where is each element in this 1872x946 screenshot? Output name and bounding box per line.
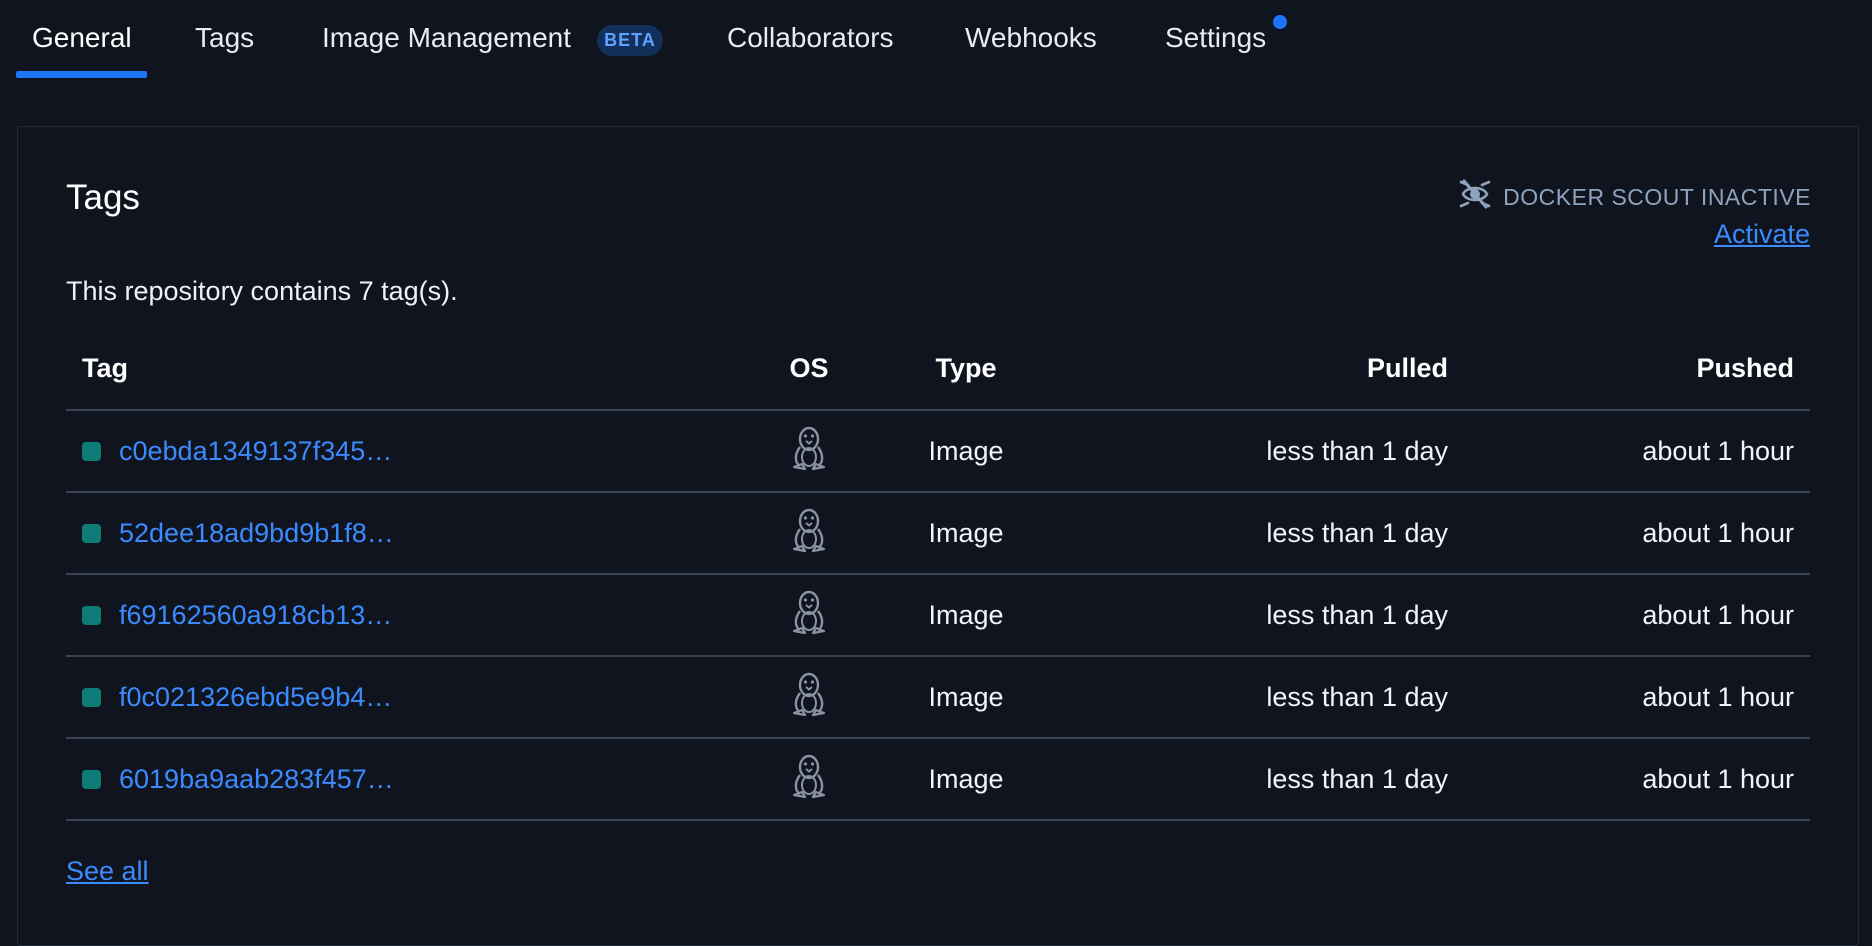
tag-status-indicator xyxy=(82,441,101,461)
tag-cell: 6019ba9aab283f457… xyxy=(66,738,738,821)
pushed-cell: about 1 hour xyxy=(1464,574,1810,657)
tag-cell: c0ebda1349137f345… xyxy=(66,410,738,493)
tab-image-management[interactable]: Image Management xyxy=(322,22,571,54)
tag-link[interactable]: f69162560a918cb13… xyxy=(119,600,392,631)
tags-card-title: Tags xyxy=(66,178,140,217)
tab-tags[interactable]: Tags xyxy=(195,22,254,54)
os-cell xyxy=(738,656,880,739)
table-row: f0c021326ebd5e9b4… Image less than 1 day ab… xyxy=(66,656,1810,739)
table-row: 6019ba9aab283f457… Image less than 1 day ab… xyxy=(66,738,1810,821)
column-header-pulled: Pulled xyxy=(1052,327,1464,411)
active-tab-indicator xyxy=(16,71,147,78)
pushed-cell: about 1 hour xyxy=(1464,656,1810,739)
pulled-cell: less than 1 day xyxy=(1052,656,1464,739)
type-cell: Image xyxy=(880,738,1052,821)
linux-tux-icon xyxy=(790,672,828,723)
pushed-cell: about 1 hour xyxy=(1464,410,1810,493)
tags-table: Tag OS Type Pulled Pushed c0ebda1349137f… xyxy=(66,327,1810,821)
tag-status-indicator xyxy=(82,769,101,789)
os-cell xyxy=(738,492,880,575)
beta-badge: BETA xyxy=(597,25,663,56)
docker-scout-status-label: DOCKER SCOUT INACTIVE xyxy=(1503,183,1811,210)
tag-link[interactable]: 6019ba9aab283f457… xyxy=(119,764,394,795)
linux-tux-icon xyxy=(790,508,828,559)
tab-collaborators[interactable]: Collaborators xyxy=(727,22,894,54)
column-header-os: OS xyxy=(738,327,880,411)
eye-off-scout-icon xyxy=(1457,176,1503,218)
pushed-cell: about 1 hour xyxy=(1464,492,1810,575)
tag-cell: f0c021326ebd5e9b4… xyxy=(66,656,738,739)
pushed-cell: about 1 hour xyxy=(1464,738,1810,821)
tag-cell: f69162560a918cb13… xyxy=(66,574,738,657)
activate-link[interactable]: Activate xyxy=(1714,219,1810,250)
os-cell xyxy=(738,574,880,657)
pulled-cell: less than 1 day xyxy=(1052,492,1464,575)
pulled-cell: less than 1 day xyxy=(1052,574,1464,657)
linux-tux-icon xyxy=(790,590,828,641)
tag-count-summary: This repository contains 7 tag(s). xyxy=(66,276,458,306)
table-row: 52dee18ad9bd9b1f8… Image less than 1 day ab… xyxy=(66,492,1810,575)
tag-status-indicator xyxy=(82,605,101,625)
column-header-pushed: Pushed xyxy=(1464,327,1810,411)
pulled-cell: less than 1 day xyxy=(1052,738,1464,821)
tag-link[interactable]: c0ebda1349137f345… xyxy=(119,436,392,467)
os-cell xyxy=(738,410,880,493)
column-header-type: Type xyxy=(880,327,1052,411)
tag-link[interactable]: 52dee18ad9bd9b1f8… xyxy=(119,518,394,549)
see-all-link[interactable]: See all xyxy=(66,856,149,887)
linux-tux-icon xyxy=(790,426,828,477)
tab-bar: General Tags Image Management BETA Colla… xyxy=(0,0,1872,80)
type-cell: Image xyxy=(880,656,1052,739)
tag-cell: 52dee18ad9bd9b1f8… xyxy=(66,492,738,575)
settings-notification-dot xyxy=(1273,15,1287,29)
linux-tux-icon xyxy=(790,754,828,805)
docker-scout-status: DOCKER SCOUT INACTIVE xyxy=(1457,176,1811,218)
table-row: f69162560a918cb13… Image less than 1 day ab… xyxy=(66,574,1810,657)
table-row: c0ebda1349137f345… Image less than 1 day ab… xyxy=(66,410,1810,493)
tag-status-indicator xyxy=(82,523,101,543)
type-cell: Image xyxy=(880,410,1052,493)
table-header-row: Tag OS Type Pulled Pushed xyxy=(66,327,1810,411)
tab-general[interactable]: General xyxy=(32,22,132,54)
column-header-tag: Tag xyxy=(66,327,738,411)
tag-status-indicator xyxy=(82,687,101,707)
tab-settings[interactable]: Settings xyxy=(1165,22,1266,54)
type-cell: Image xyxy=(880,492,1052,575)
tab-webhooks[interactable]: Webhooks xyxy=(965,22,1097,54)
pulled-cell: less than 1 day xyxy=(1052,410,1464,493)
tag-link[interactable]: f0c021326ebd5e9b4… xyxy=(119,682,392,713)
os-cell xyxy=(738,738,880,821)
type-cell: Image xyxy=(880,574,1052,657)
